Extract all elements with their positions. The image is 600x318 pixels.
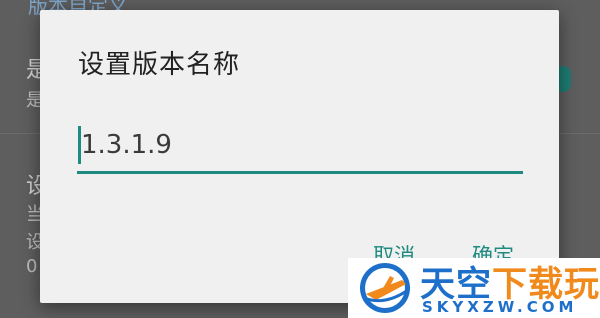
plane-logo-icon bbox=[360, 263, 410, 313]
version-name-input[interactable]: 1.3.1.9 bbox=[77, 122, 523, 174]
version-name-value[interactable]: 1.3.1.9 bbox=[81, 130, 172, 160]
input-underline bbox=[77, 171, 523, 174]
dialog-title: 设置版本名称 bbox=[78, 50, 241, 80]
site-watermark: 天空下载玩 SKYXZW.COM bbox=[348, 258, 600, 318]
setting-row-subtitle: 0 bbox=[26, 256, 38, 277]
watermark-url: SKYXZW.COM bbox=[422, 298, 578, 316]
